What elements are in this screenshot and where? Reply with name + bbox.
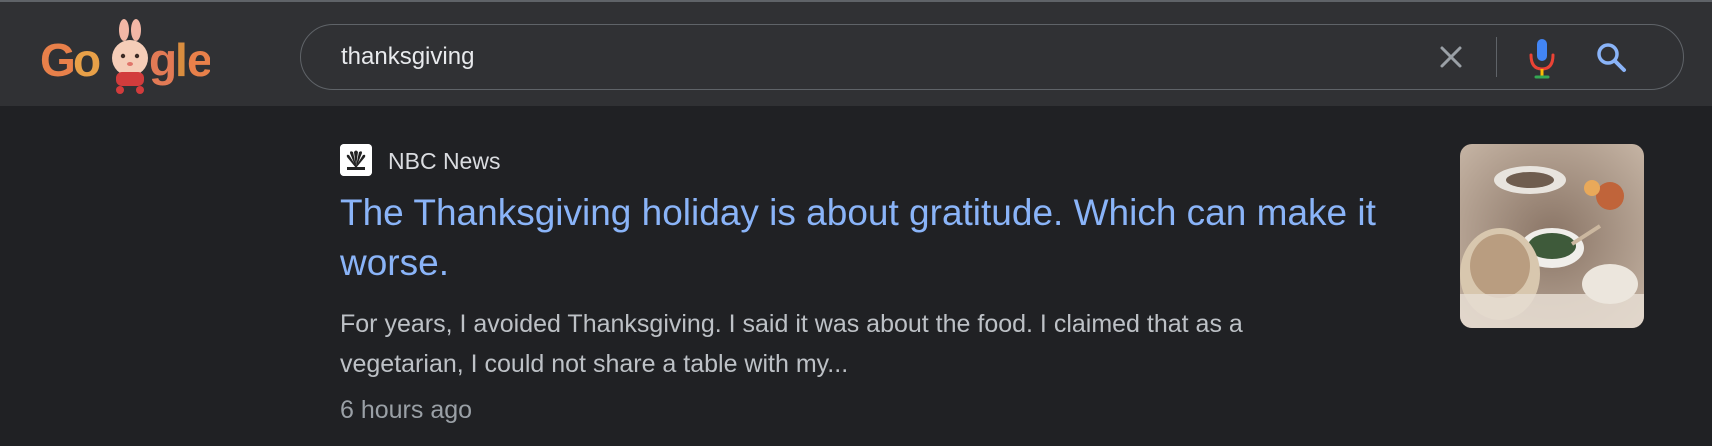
top-bar: G o g l e [0,0,1712,106]
close-icon[interactable] [1433,39,1469,75]
result-thumbnail[interactable] [1460,144,1644,328]
search-input[interactable] [341,25,1341,89]
svg-text:G: G [40,34,76,86]
result-snippet: For years, I avoided Thanksgiving. I sai… [340,310,1243,378]
search-icon[interactable] [1593,39,1629,75]
search-divider [1496,37,1497,77]
svg-text:o: o [73,34,101,86]
nbc-peacock-icon [340,144,372,176]
search-box[interactable] [300,24,1684,90]
result-title-link[interactable]: The Thanksgiving holiday is about gratit… [340,188,1430,288]
google-doodle-logo[interactable]: G o g l e [40,18,210,98]
svg-text:l: l [175,34,188,86]
source-name: NBC News [388,148,501,174]
svg-text:g: g [149,34,177,86]
mic-icon[interactable] [1527,37,1557,79]
result-timestamp: 6 hours ago [340,396,473,424]
result-source[interactable]: NBC News [340,144,740,176]
svg-text:e: e [187,34,210,86]
